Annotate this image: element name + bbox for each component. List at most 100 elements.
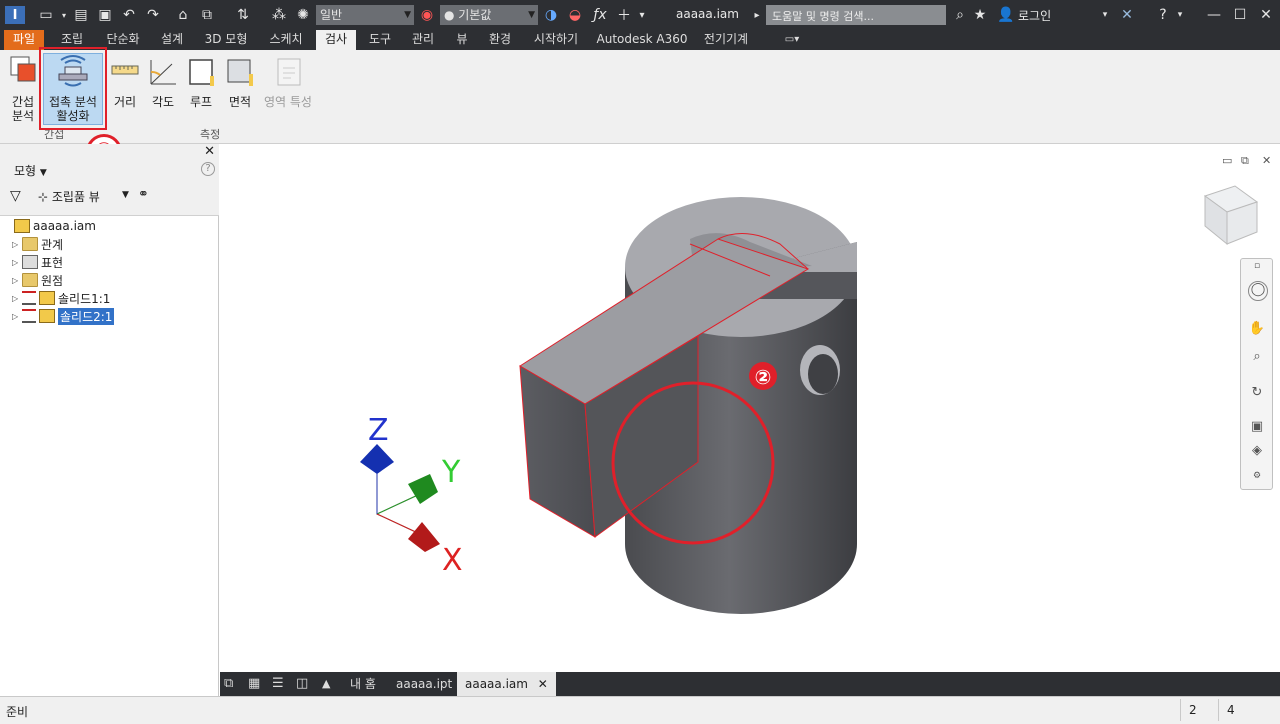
clear-appearance-icon[interactable]: ◒ [566,6,584,24]
document-tab-bar: ⧉ ▦ ☰ ◫ ▲ 내 홈 aaaaa.ipt aaaaa.iam ✕ [220,672,1280,696]
graphics-viewport[interactable]: ② Z Y X ▭ ⧉ ✕ [220,144,1280,672]
minimize-icon[interactable]: — [1204,6,1224,24]
model-browser: ✕ 모형 ▼ ? ▽ ⊹ 조립품 뷰 ▼ ⚭ aaaaa.iam ▷ 관계 ▷ … [0,144,219,696]
look-at-icon[interactable]: ▣ [1248,419,1266,437]
distance-button[interactable]: 거리 [108,54,142,109]
viewport-close-icon[interactable]: ✕ [1262,154,1271,167]
redo-icon[interactable]: ↷ [144,6,162,24]
expand-icon[interactable]: ▷ [12,240,22,249]
area-button[interactable]: 면적 [222,54,258,109]
status-bar: 준비 2 4 [0,696,1280,724]
ruler-icon [111,65,139,75]
search-icon[interactable]: ⌕ [952,6,968,24]
help-search-input[interactable]: 도움말 및 명령 검색... [766,5,946,25]
open-icon[interactable]: ▤ [72,6,90,24]
browser-close-icon[interactable]: ✕ [204,144,215,159]
navbar-close-icon[interactable]: ▫ [1248,261,1266,279]
tree-node-label: 원점 [41,273,64,288]
style-combo[interactable]: 일반 ▼ [316,5,414,25]
expand-icon[interactable]: ▷ [12,258,22,267]
ribbon-display-options-icon[interactable]: ▭▾ [776,30,808,50]
tab-design[interactable]: 설계 [152,30,192,50]
new-file-icon[interactable]: ▭ [36,6,56,24]
view-face-icon[interactable]: ◈ [1248,443,1266,461]
orbit-icon[interactable]: ↻ [1248,385,1266,403]
star-icon[interactable]: ★ [972,6,988,24]
new-dropdown-icon[interactable]: ▾ [60,6,68,24]
app-logo-icon[interactable]: I [5,6,25,24]
user-icon[interactable]: 👤 [997,6,1014,24]
tab-file[interactable]: 파일 [4,30,44,50]
steering-wheel-icon[interactable]: ◯ [1248,281,1268,301]
tab-get-started[interactable]: 시작하기 [526,30,586,50]
plus-icon[interactable]: ＋ [616,6,632,24]
tree-node-root[interactable]: aaaaa.iam [14,217,96,235]
expand-icon[interactable]: ▷ [12,276,22,285]
tree-node-label: 관계 [41,237,64,252]
appearance-combo[interactable]: ● 기본값 ▼ [440,5,538,25]
assembly-view-selector[interactable]: ⊹ 조립품 뷰 [38,188,100,205]
home-icon[interactable]: ⌂ [174,6,192,24]
update-icon[interactable]: ⇅ [234,6,252,24]
angle-button[interactable]: 각도 [146,54,180,109]
tab-sketch[interactable]: 스케치 [260,30,312,50]
tab-tools[interactable]: 도구 [362,30,398,50]
help-icon[interactable]: ? [1154,6,1172,24]
tab-inspect[interactable]: 검사 [316,30,356,50]
parameters-icon[interactable]: ƒx [592,6,608,24]
tab-electromechanical[interactable]: 전기기계 [698,30,754,50]
expand-icon[interactable]: ▷ [12,312,22,321]
tab-aaaaa-ipt[interactable]: aaaaa.ipt [396,672,452,696]
ribbon-panel: 간섭 분석 접촉 분석 활성화 거리 각도 루프 면적 영역 특성 간섭 측정 [0,50,1280,144]
binoculars-icon[interactable]: ⚭ [138,187,149,202]
interference-analysis-button[interactable]: 간섭 분석 [6,54,40,123]
tab-aaaaa-iam[interactable]: aaaaa.iam ✕ [457,672,556,696]
customize-icon[interactable]: ▾ [636,6,648,24]
browser-help-icon[interactable]: ? [201,162,215,176]
tab-a360[interactable]: Autodesk A360 [594,30,690,50]
cascade-icon[interactable]: ⧉ [224,672,242,696]
maximize-icon[interactable]: ☐ [1230,6,1250,24]
help-dropdown-icon[interactable]: ▾ [1175,6,1185,24]
viewport-restore-icon[interactable]: ⧉ [1241,154,1249,167]
exchange-icon[interactable]: ✕ [1118,6,1136,24]
axis-y-label: Y [441,455,461,490]
tree-node-solid1[interactable]: ▷ 솔리드1:1 [12,289,110,307]
return-icon[interactable]: ⧉ [198,6,216,24]
save-icon[interactable]: ▣ [96,6,114,24]
tab-3d-model[interactable]: 3D 모형 [198,30,254,50]
login-dropdown-icon[interactable]: ▾ [1100,6,1110,24]
expand-icon[interactable]: ▷ [12,294,22,303]
select-icon[interactable]: ⁂ [270,6,288,24]
tab-environments[interactable]: 환경 [480,30,520,50]
tile-vertical-icon[interactable]: ◫ [296,672,314,696]
arrange-icon[interactable]: ▲ [322,672,336,696]
view-dropdown-icon[interactable]: ▼ [122,190,129,200]
pan-icon[interactable]: ✋ [1248,321,1266,339]
color-wheel-icon[interactable]: ◉ [418,6,436,24]
tab-manage[interactable]: 관리 [404,30,442,50]
zoom-icon[interactable]: ⌕ [1248,349,1266,367]
tab-close-icon[interactable]: ✕ [538,677,548,691]
close-icon[interactable]: ✕ [1256,6,1276,24]
login-link[interactable]: 로그인 [1018,7,1051,24]
viewcube-icon[interactable] [1203,185,1259,246]
settings-icon[interactable]: ✺ [294,6,312,24]
undo-icon[interactable]: ↶ [120,6,138,24]
tab-view[interactable]: 뷰 [448,30,476,50]
tile-horizontal-icon[interactable]: ☰ [272,672,290,696]
filter-icon[interactable]: ▽ [10,188,21,204]
tree-node-label: aaaaa.iam [33,219,96,233]
navbar-options-icon[interactable]: ⚙ [1248,471,1266,489]
tab-my-home[interactable]: 내 홈 [350,672,376,696]
adjust-icon[interactable]: ◑ [542,6,560,24]
tree-node-representations[interactable]: ▷ 표현 [12,253,63,271]
loop-button[interactable]: 루프 [184,54,218,109]
tree-node-solid2[interactable]: ▷ 솔리드2:1 [12,307,115,325]
tree-node-origin[interactable]: ▷ 원점 [12,271,63,289]
tile-icon[interactable]: ▦ [248,672,266,696]
browser-title[interactable]: 모형 ▼ [14,162,47,179]
tree-node-relationships[interactable]: ▷ 관계 [12,235,63,253]
viewport-minimize-icon[interactable]: ▭ [1222,154,1232,167]
region-properties-button[interactable]: 영역 특성 [260,54,316,109]
